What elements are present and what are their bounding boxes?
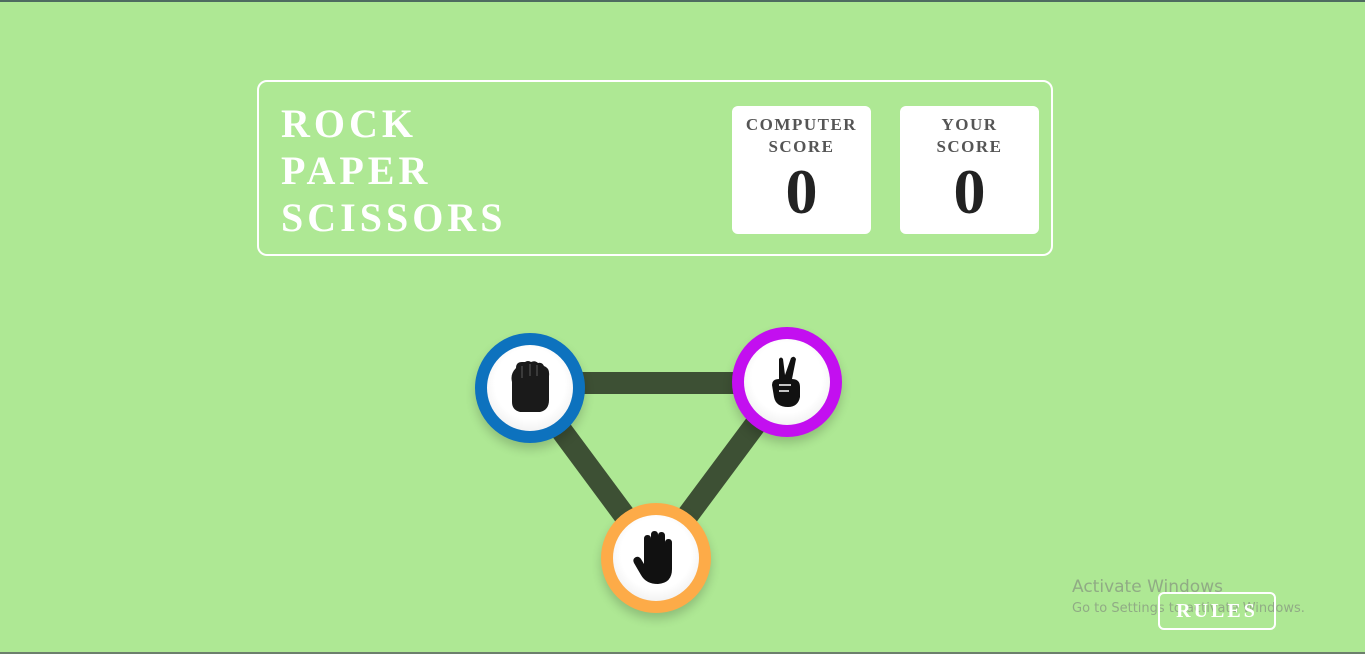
scissors-choice-inner <box>744 339 830 425</box>
paper-choice-button[interactable] <box>601 503 711 613</box>
your-score-box: YOUR SCORE 0 <box>900 106 1039 234</box>
your-score-label: YOUR SCORE <box>936 115 1003 156</box>
paper-hand-icon <box>633 531 672 584</box>
rules-button[interactable]: RULES <box>1158 592 1276 630</box>
title-line-rock: ROCK <box>281 101 417 146</box>
title-line-paper: PAPER <box>281 148 432 193</box>
computer-score-box: COMPUTER SCORE 0 <box>732 106 871 234</box>
your-score-value: 0 <box>953 156 986 227</box>
game-title: ROCK PAPER SCISSORS <box>281 100 506 241</box>
rock-choice-inner <box>487 345 573 431</box>
rock-fist-icon <box>511 361 550 412</box>
scissors-choice-button[interactable] <box>732 327 842 437</box>
paper-choice-inner <box>613 515 699 601</box>
scissors-hand-icon <box>772 356 800 407</box>
computer-score-label: COMPUTER SCORE <box>745 115 858 156</box>
score-header: ROCK PAPER SCISSORS COMPUTER SCORE 0 YOU… <box>257 80 1053 256</box>
top-border-line <box>0 0 1365 2</box>
rock-choice-button[interactable] <box>475 333 585 443</box>
computer-score-value: 0 <box>785 156 818 227</box>
title-line-scissors: SCISSORS <box>281 195 507 240</box>
